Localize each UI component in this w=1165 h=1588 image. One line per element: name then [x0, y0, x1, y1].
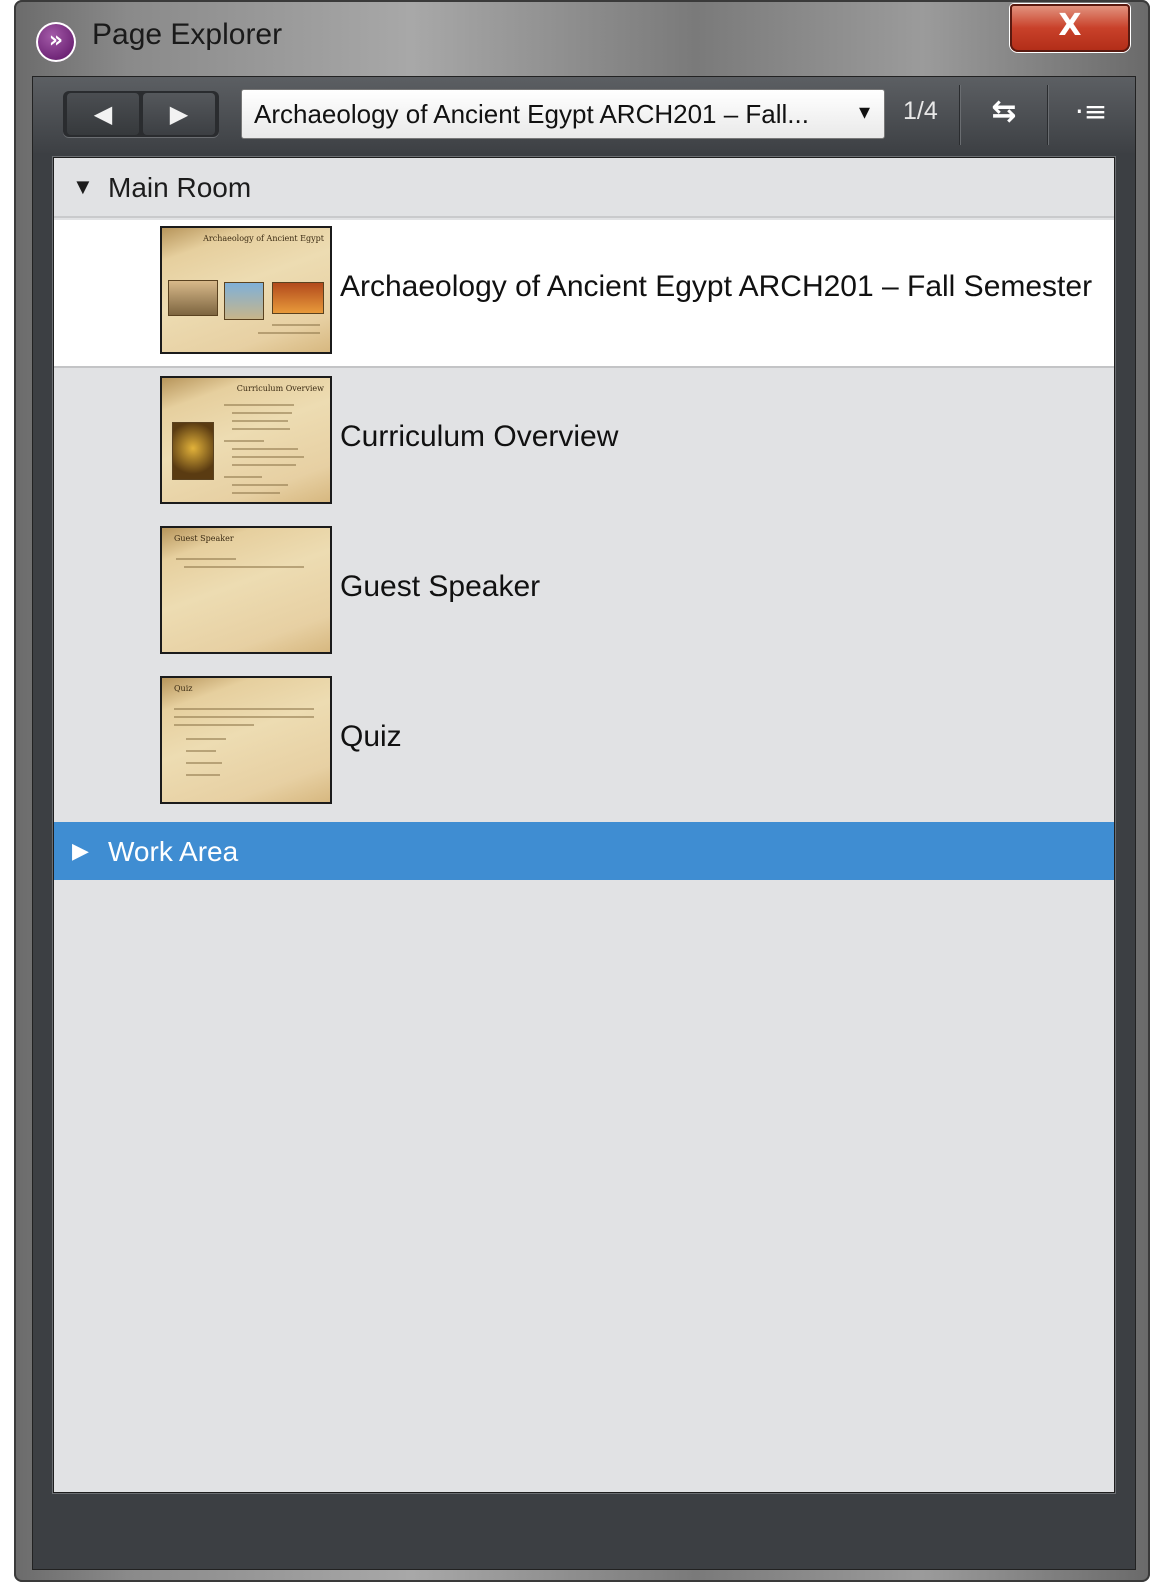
page-label: Curriculum Overview — [340, 420, 619, 453]
thumbnail-text-line — [174, 716, 314, 718]
close-icon: X — [1058, 8, 1082, 43]
page-explorer-window: » Page Explorer X ◀ ▶ Archaeology of Anc… — [14, 0, 1150, 1582]
toolbar-divider — [1047, 85, 1048, 145]
group-header-work-area[interactable]: ▶ Work Area — [54, 822, 1114, 880]
next-page-button[interactable]: ▶ — [143, 93, 215, 135]
page-thumbnail: Quiz — [160, 676, 332, 804]
chevron-down-icon: ▾ — [858, 100, 870, 125]
thumbnail-text-line — [186, 750, 216, 752]
thumbnail-text-line — [174, 724, 254, 726]
thumbnail-text-line — [186, 774, 220, 776]
menu-list-icon: ⋅≡ — [1074, 95, 1108, 128]
page-item-3[interactable]: Guest Speaker Guest Speaker — [54, 520, 1114, 666]
title-bar[interactable]: » Page Explorer X — [14, 0, 1150, 74]
thumbnail-text-line — [232, 456, 304, 458]
forward-arrow-icon: ▶ — [169, 100, 189, 128]
thumbnail-text-line — [272, 324, 320, 326]
sync-button[interactable]: ⇆ — [973, 87, 1035, 139]
thumbnail-title: Curriculum Overview — [236, 384, 324, 393]
thumbnail-text-line — [232, 428, 290, 430]
previous-page-button[interactable]: ◀ — [67, 93, 139, 135]
thumbnail-temple-image — [168, 280, 218, 316]
thumbnail-text-line — [224, 440, 264, 442]
page-explorer-app-icon: » — [36, 22, 76, 62]
thumbnail-text-line — [232, 492, 280, 494]
navigation-group: ◀ ▶ — [63, 91, 219, 137]
page-label: Guest Speaker — [340, 570, 541, 603]
caret-down-icon: ▼ — [72, 174, 94, 199]
page-item-1[interactable]: Archaeology of Ancient Egypt Archaeology… — [54, 220, 1114, 368]
thumbnail-title: Archaeology of Ancient Egypt — [203, 234, 324, 243]
thumbnail-text-line — [224, 476, 262, 478]
thumbnail-text-line — [224, 404, 294, 406]
thumbnail-title: Guest Speaker — [174, 534, 234, 543]
explorer-frame: ◀ ▶ Archaeology of Ancient Egypt ARCH201… — [32, 76, 1136, 1570]
group-label: Work Area — [108, 836, 239, 867]
sync-arrows-icon: ⇆ — [991, 94, 1017, 129]
thumbnail-text-line — [174, 708, 314, 710]
toolbar-divider — [959, 85, 960, 145]
status-bar — [33, 1495, 1135, 1569]
thumbnail-text-line — [232, 448, 298, 450]
thumbnail-mask-image — [172, 422, 214, 480]
page-item-2[interactable]: Curriculum Overview Curriculum Overview — [54, 370, 1114, 516]
thumbnail-text-line — [186, 762, 222, 764]
page-item-4[interactable]: Quiz Quiz — [54, 670, 1114, 816]
page-tree-panel: ▼ Main Room Archaeology of Ancient Egypt… — [53, 157, 1115, 1493]
thumbnail-text-line — [232, 412, 292, 414]
close-button[interactable]: X — [1010, 4, 1130, 52]
thumbnail-text-line — [186, 738, 226, 740]
page-thumbnail: Curriculum Overview — [160, 376, 332, 504]
window-title: Page Explorer — [92, 18, 283, 51]
thumbnail-text-line — [232, 420, 288, 422]
caret-right-icon: ▶ — [72, 838, 89, 863]
options-menu-button[interactable]: ⋅≡ — [1063, 87, 1119, 139]
thumbnail-pyramid-image — [272, 282, 324, 314]
group-header-main-room[interactable]: ▼ Main Room — [54, 158, 1114, 218]
page-count: 1/4 — [903, 97, 938, 125]
page-select-dropdown[interactable]: Archaeology of Ancient Egypt ARCH201 – F… — [241, 89, 885, 139]
back-arrow-icon: ◀ — [93, 100, 113, 128]
thumbnail-text-line — [184, 566, 304, 568]
toolbar: ◀ ▶ Archaeology of Ancient Egypt ARCH201… — [33, 77, 1135, 153]
thumbnail-title: Quiz — [174, 684, 193, 693]
thumbnail-sphinx-image — [224, 282, 264, 320]
page-thumbnail: Archaeology of Ancient Egypt — [160, 226, 332, 354]
page-select-value: Archaeology of Ancient Egypt ARCH201 – F… — [254, 99, 809, 129]
thumbnail-text-line — [232, 464, 296, 466]
thumbnail-text-line — [176, 558, 236, 560]
group-label: Main Room — [108, 172, 252, 203]
page-label: Quiz — [340, 720, 402, 753]
page-label: Archaeology of Ancient Egypt ARCH201 – F… — [340, 270, 1093, 303]
thumbnail-text-line — [232, 484, 288, 486]
thumbnail-text-line — [258, 332, 320, 334]
page-thumbnail: Guest Speaker — [160, 526, 332, 654]
